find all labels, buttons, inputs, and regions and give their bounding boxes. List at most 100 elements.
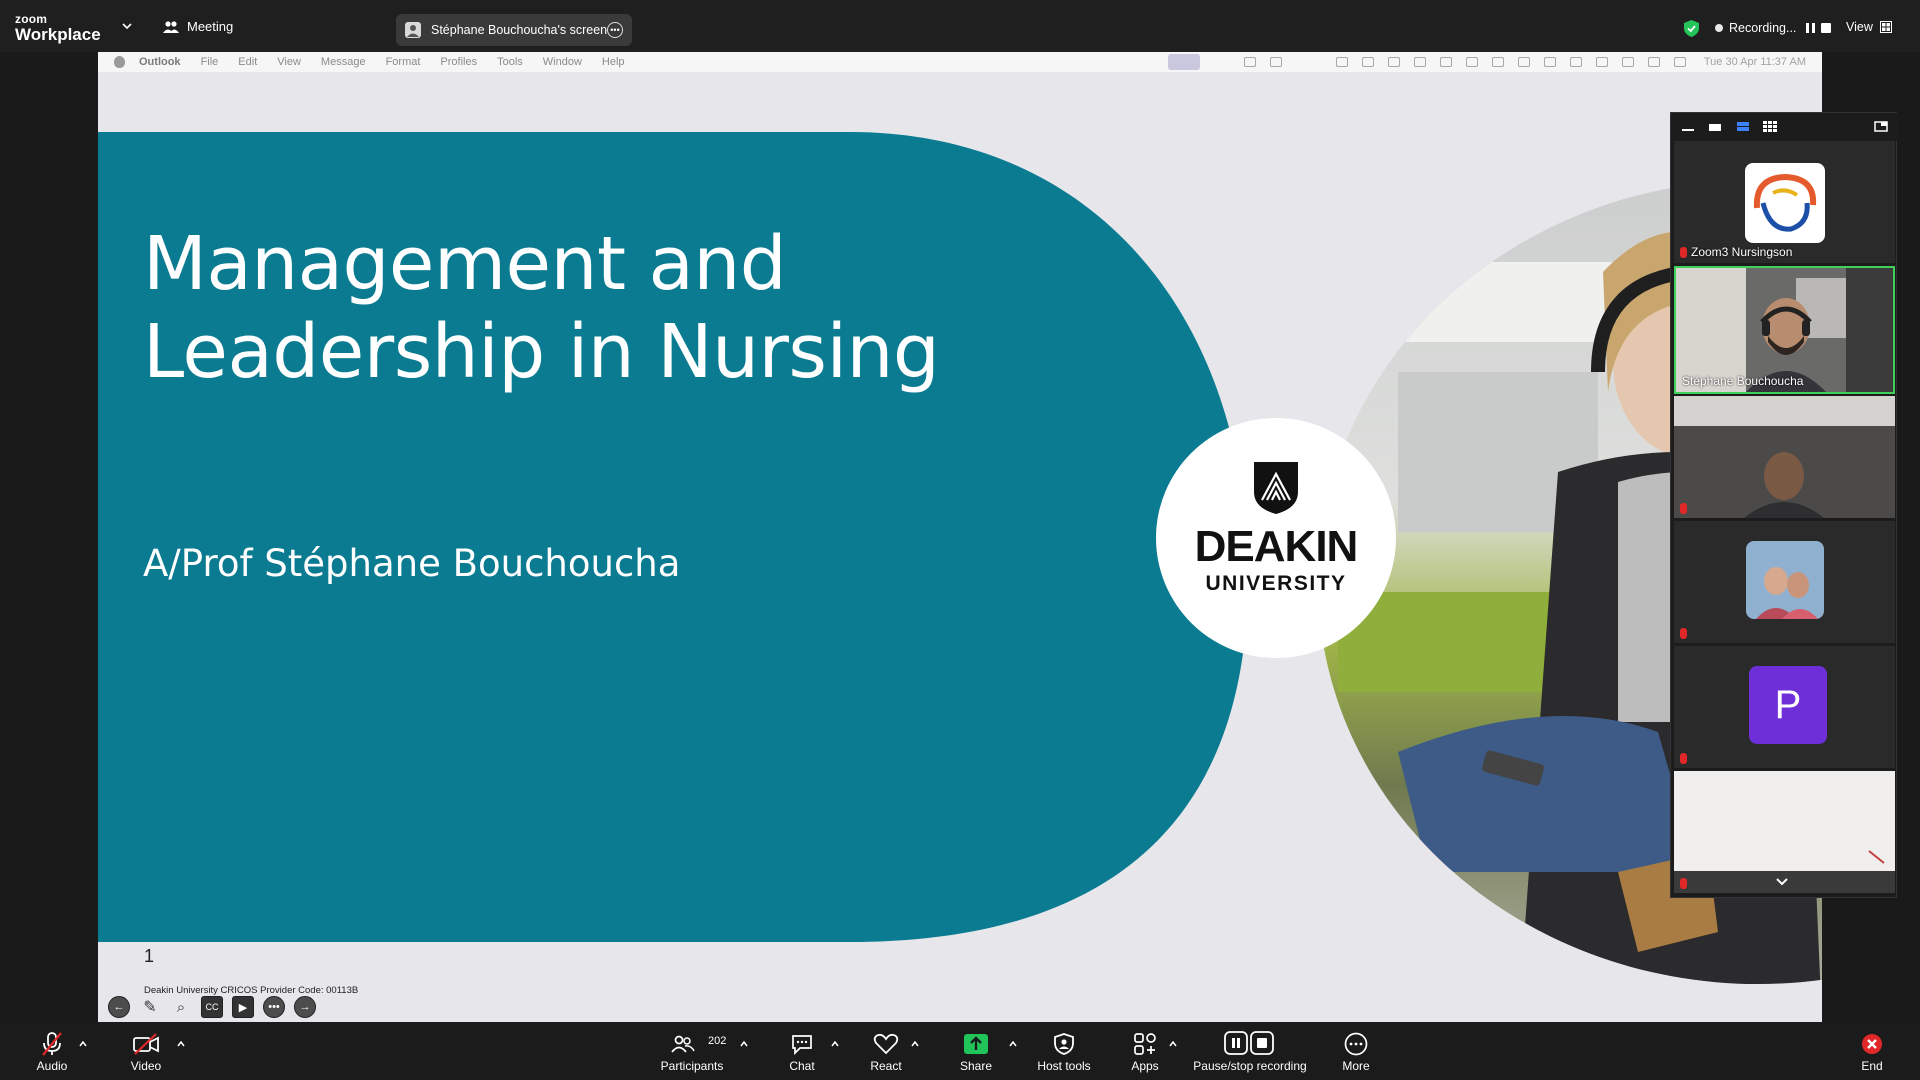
deakin-university-logo: DEAKIN UNIVERSITY <box>1156 418 1396 658</box>
zoom-workplace-logo: zoom Workplace <box>15 13 101 43</box>
apps-label: Apps <box>1131 1059 1159 1073</box>
muted-mic-icon <box>1680 246 1687 258</box>
speaker-view-icon[interactable] <box>1708 121 1722 132</box>
previous-slide-icon[interactable]: ← <box>108 996 130 1018</box>
shared-screen-pill[interactable]: Stéphane Bouchoucha's screen ••• <box>396 14 632 46</box>
zoom-icon[interactable]: ⌕ <box>170 996 192 1018</box>
captions-icon[interactable]: CC <box>201 996 223 1018</box>
end-button[interactable]: End <box>1852 1022 1892 1080</box>
menu-app-name: Outlook <box>139 56 181 68</box>
more-button[interactable]: More <box>1336 1022 1376 1080</box>
audio-label: Audio <box>36 1059 68 1073</box>
people-icon <box>163 20 179 33</box>
video-button[interactable]: Video <box>126 1022 166 1080</box>
share-button[interactable]: Share <box>956 1022 996 1080</box>
next-slide-icon[interactable]: → <box>294 996 316 1018</box>
menu-window: Window <box>542 56 582 68</box>
status-icon <box>1361 57 1374 67</box>
chevron-down-icon[interactable] <box>122 22 132 30</box>
participants-label: Participants <box>660 1059 724 1073</box>
more-options-icon[interactable]: ••• <box>607 22 623 38</box>
cricos-provider-code: Deakin University CRICOS Provider Code: … <box>144 985 359 996</box>
deakin-shield-icon <box>1254 462 1298 514</box>
participant-video <box>1674 396 1895 518</box>
apps-button[interactable]: Apps <box>1125 1022 1165 1080</box>
view-button[interactable]: View <box>1846 20 1892 34</box>
participants-button[interactable]: Participants <box>652 1022 732 1080</box>
end-label: End <box>1861 1059 1883 1073</box>
participant-avatar: P <box>1749 666 1827 744</box>
status-icon <box>1387 57 1400 67</box>
participant-name-text: Stéphane Bouchoucha <box>1682 374 1804 388</box>
participant-name: Stéphane Bouchoucha <box>1682 374 1803 388</box>
chat-button[interactable]: Chat <box>782 1022 822 1080</box>
react-button[interactable]: React <box>866 1022 906 1080</box>
strip-view-icon[interactable] <box>1736 121 1750 132</box>
audio-options-caret-icon[interactable] <box>79 1041 87 1047</box>
participant-logo <box>1745 163 1825 243</box>
participant-name <box>1680 628 1687 639</box>
grid-view-icon <box>1879 21 1892 33</box>
apps-options-caret-icon[interactable] <box>1169 1041 1177 1047</box>
status-icon <box>1491 57 1504 67</box>
search-icon <box>1621 57 1634 67</box>
security-shield-icon[interactable] <box>1683 19 1700 38</box>
stop-icon[interactable] <box>1821 23 1832 33</box>
shared-screen-label: Stéphane Bouchoucha's screen <box>431 23 608 37</box>
microphone-muted-icon <box>42 1032 62 1056</box>
meeting-button[interactable]: Meeting <box>163 19 233 34</box>
pop-out-icon[interactable] <box>1874 121 1888 132</box>
mac-menu-bar: Outlook File Edit View Message Format Pr… <box>98 52 1822 72</box>
muted-mic-icon <box>1680 503 1687 514</box>
end-call-icon <box>1862 1034 1882 1054</box>
gallery-view-icon[interactable] <box>1763 121 1777 132</box>
participant-tile[interactable] <box>1674 521 1895 643</box>
more-icon <box>1344 1032 1368 1056</box>
participant-photo <box>1746 541 1824 619</box>
meeting-label: Meeting <box>187 19 234 34</box>
menu-profiles: Profiles <box>440 56 478 68</box>
participant-tile[interactable] <box>1674 771 1895 893</box>
video-off-icon <box>133 1033 159 1055</box>
participant-name-text: Zoom3 Nursingson <box>1691 245 1793 259</box>
slide-subtitle: A/Prof Stéphane Bouchoucha <box>143 542 681 585</box>
status-icon <box>1439 57 1452 67</box>
participant-name <box>1680 503 1687 514</box>
status-icon <box>1335 57 1348 67</box>
participant-tile[interactable] <box>1674 396 1895 518</box>
pen-icon[interactable]: ✎ <box>139 996 161 1018</box>
status-icon <box>1543 57 1556 67</box>
slide-number: 1 <box>144 946 155 966</box>
minimize-icon[interactable] <box>1681 121 1695 132</box>
menu-view: View <box>277 56 301 68</box>
share-options-caret-icon[interactable] <box>1009 1041 1017 1047</box>
recording-dot-icon <box>1715 24 1723 32</box>
control-center-icon <box>1647 57 1660 67</box>
participants-options-caret-icon[interactable] <box>740 1041 748 1047</box>
menu-format: Format <box>385 56 421 68</box>
shared-screen: Outlook File Edit View Message Format Pr… <box>98 52 1822 1022</box>
video-label: Video <box>130 1059 162 1073</box>
camera-off-icon[interactable]: ▶ <box>232 996 254 1018</box>
chat-options-caret-icon[interactable] <box>831 1041 839 1047</box>
participant-tile-active-speaker[interactable]: Stéphane Bouchoucha <box>1674 266 1895 394</box>
participant-tile[interactable]: Zoom3 Nursingson <box>1674 141 1895 263</box>
more-icon[interactable]: ••• <box>263 996 285 1018</box>
apps-icon <box>1134 1033 1156 1055</box>
pause-stop-recording-button[interactable]: Pause/stop recording <box>1190 1022 1310 1080</box>
status-icon <box>1269 57 1282 67</box>
pause-stop-recording-icon <box>1224 1031 1274 1055</box>
host-tools-button[interactable]: Host tools <box>1034 1022 1094 1080</box>
recording-indicator[interactable]: Recording... <box>1715 21 1832 35</box>
participant-tile[interactable]: P <box>1674 646 1895 768</box>
pause-icon[interactable] <box>1806 23 1816 33</box>
recording-label: Recording... <box>1729 21 1797 35</box>
video-options-caret-icon[interactable] <box>177 1041 185 1047</box>
view-label: View <box>1846 20 1873 34</box>
react-options-caret-icon[interactable] <box>911 1041 919 1047</box>
chat-icon <box>792 1035 812 1055</box>
participants-icon <box>671 1035 695 1053</box>
audio-button[interactable]: Audio <box>32 1022 72 1080</box>
presentation-controls: ← ✎ ⌕ CC ▶ ••• → <box>108 996 316 1018</box>
scroll-down-chevron-icon[interactable] <box>1775 877 1789 886</box>
